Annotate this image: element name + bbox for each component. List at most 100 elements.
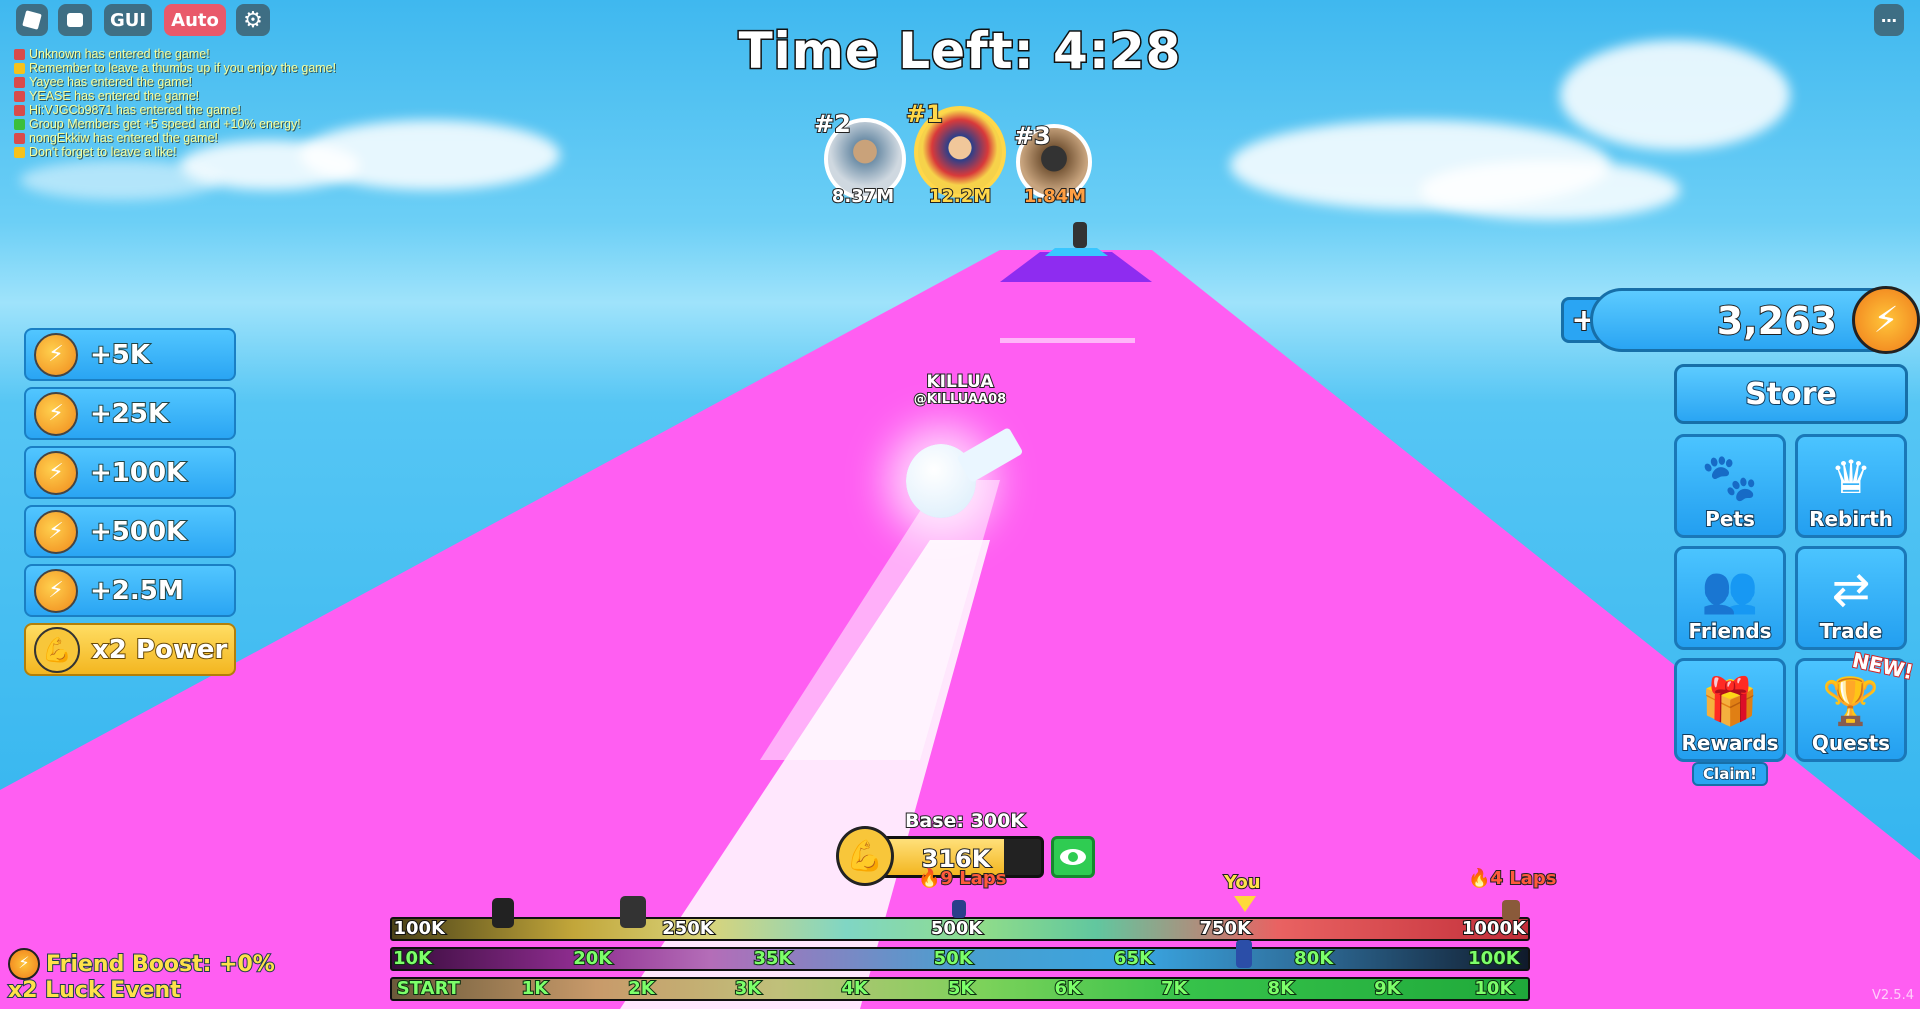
bar-tick-label: 10K xyxy=(1473,977,1514,1000)
leaderboard-rank-1: #1 xyxy=(905,99,944,129)
lightning-icon: ⚡ xyxy=(34,509,78,554)
paw-icon: 🐾 xyxy=(1701,450,1759,504)
distant-runner xyxy=(1073,222,1087,248)
chat-message: Don't forget to leave a like! xyxy=(14,145,336,159)
base-power-label: Base: 300K xyxy=(904,809,1026,833)
time-left-label: Time Left: 4:28 xyxy=(737,21,1182,82)
currency-value: 3,263 xyxy=(1716,298,1838,344)
runner-avatar xyxy=(492,898,514,928)
bar-tick-label: 65K xyxy=(1113,947,1154,970)
boost-button-100k[interactable]: ⚡ +100K xyxy=(24,446,236,499)
bar-tick-label: 80K xyxy=(1293,947,1334,970)
rebirth-button[interactable]: ♛ Rebirth xyxy=(1795,434,1907,538)
chat-message: Group Members get +5 speed and +10% ener… xyxy=(14,117,336,131)
friends-label: Friends xyxy=(1687,618,1772,644)
chat-message-text: Group Members get +5 speed and +10% ener… xyxy=(29,117,301,131)
bar-tick-label: 8K xyxy=(1267,977,1296,1000)
flame-icon: 🔥 xyxy=(917,867,941,890)
chat-message: YEASE has entered the game! xyxy=(14,89,336,103)
lightning-icon: ⚡ xyxy=(34,391,78,436)
bar-tick-label: 1K xyxy=(521,977,550,1000)
player-display-name: KILLUA xyxy=(926,371,995,393)
trade-arrows-icon: ⇄ xyxy=(1831,562,1871,616)
store-button[interactable]: Store xyxy=(1674,364,1908,424)
you-label: You xyxy=(1223,871,1262,894)
chat-message-text: nongEkkiw has entered the game! xyxy=(29,131,219,145)
bar-tick-label: 7K xyxy=(1160,977,1189,1000)
bar-tick-label: 9K xyxy=(1373,977,1402,1000)
store-label: Store xyxy=(1744,376,1838,413)
progress-bar-bottom: START 1K 2K 3K 4K 5K 6K 7K 8K 9K 10K xyxy=(390,977,1530,1001)
currency-display: 3,263 xyxy=(1590,288,1880,352)
leaderboard-value-3: 1.84M xyxy=(1023,185,1087,208)
chat-message-text: YEASE has entered the game! xyxy=(29,89,200,103)
rewards-claim-badge[interactable]: Claim! xyxy=(1692,762,1768,786)
bar-tick-label: 6K xyxy=(1053,977,1082,1000)
bar-tick-label: 750K xyxy=(1198,917,1252,940)
quests-label: Quests xyxy=(1811,730,1891,756)
boost-label: +100K xyxy=(89,457,187,489)
boost-label: +25K xyxy=(89,398,169,430)
bar-tick-label: 4K xyxy=(840,977,869,1000)
luck-event-label: x2 Luck Event xyxy=(7,977,182,1004)
leaderboard-value-2: 8.37M xyxy=(831,185,895,208)
bar-tick-label: 2K xyxy=(627,977,656,1000)
boost-label: +2.5M xyxy=(89,575,185,607)
check-icon xyxy=(14,118,25,130)
boost-button-500k[interactable]: ⚡ +500K xyxy=(24,505,236,558)
bar-tick-label: 10K xyxy=(392,947,433,970)
add-friends-icon: 👥 xyxy=(1701,562,1759,616)
thumb-icon xyxy=(14,146,25,158)
rewards-claim-label: Claim! xyxy=(1702,764,1757,784)
leaderboard-rank-2: #2 xyxy=(813,109,852,139)
friend-boost-text: Friend Boost: +0% xyxy=(45,951,276,978)
trade-button[interactable]: ⇄ Trade xyxy=(1795,546,1907,650)
leaderboard-rank-3: #3 xyxy=(1013,121,1052,151)
bar-tick-label: START xyxy=(396,977,461,1000)
flexed-arm-icon: 💪 xyxy=(836,826,894,886)
x2-power-button[interactable]: 💪 x2 Power xyxy=(24,623,236,676)
bar-tick-label: 35K xyxy=(752,947,793,970)
player-arm xyxy=(956,427,1024,483)
boost-button-5k[interactable]: ⚡ +5K xyxy=(24,328,236,381)
pets-label: Pets xyxy=(1704,506,1756,532)
enter-icon xyxy=(14,104,25,116)
bar-tick-label: 3K xyxy=(734,977,763,1000)
enter-icon xyxy=(14,90,25,102)
runner-avatar xyxy=(1502,900,1520,920)
player-username: @KILLUAA08 xyxy=(913,391,1007,408)
spectate-toggle-button[interactable] xyxy=(1051,836,1095,878)
flexed-arm-icon: 💪 xyxy=(34,626,80,673)
pets-button[interactable]: 🐾 Pets xyxy=(1674,434,1786,538)
lightning-icon: ⚡ xyxy=(8,948,40,980)
friend-boost-label: ⚡ Friend Boost: +0% xyxy=(8,948,276,980)
runner-avatar xyxy=(952,900,966,918)
winged-halo-icon: ♛ xyxy=(1830,450,1872,504)
boost-label: +5K xyxy=(89,339,151,371)
leaderboard-value-1: 12.2M xyxy=(928,185,992,208)
enter-icon xyxy=(14,132,25,144)
flame-icon: 🔥 xyxy=(1467,867,1491,890)
eye-icon xyxy=(1060,849,1086,865)
gift-icon: 🎁 xyxy=(1701,674,1759,728)
friends-button[interactable]: 👥 Friends xyxy=(1674,546,1786,650)
energy-lightning-icon: ⚡ xyxy=(1852,286,1920,354)
boost-button-25k[interactable]: ⚡ +25K xyxy=(24,387,236,440)
chat-message-text: Hi:VJGCb9871 has entered the game! xyxy=(29,103,241,117)
progress-bar-top: 100K 250K 500K 750K 1000K xyxy=(390,917,1530,941)
version-label: V2.5.4 xyxy=(1872,988,1914,1003)
runner-avatar-you xyxy=(1236,940,1252,968)
boost-button-2-5m[interactable]: ⚡ +2.5M xyxy=(24,564,236,617)
you-marker-arrow xyxy=(1234,896,1256,912)
bar-tick-label: 500K xyxy=(930,917,984,940)
bar-tick-label: 1000K xyxy=(1461,917,1527,940)
rewards-button[interactable]: 🎁 Rewards xyxy=(1674,658,1786,762)
trade-label: Trade xyxy=(1819,618,1884,644)
chat-message: nongEkkiw has entered the game! xyxy=(14,131,336,145)
bar-tick-label: 5K xyxy=(947,977,976,1000)
chat-message-text: Don't forget to leave a like! xyxy=(29,145,177,159)
laps-label-left: 🔥9 Laps xyxy=(917,867,1007,890)
chat-message: Hi:VJGCb9871 has entered the game! xyxy=(14,103,336,117)
bar-tick-label: 50K xyxy=(933,947,974,970)
runner-avatar xyxy=(620,896,646,928)
